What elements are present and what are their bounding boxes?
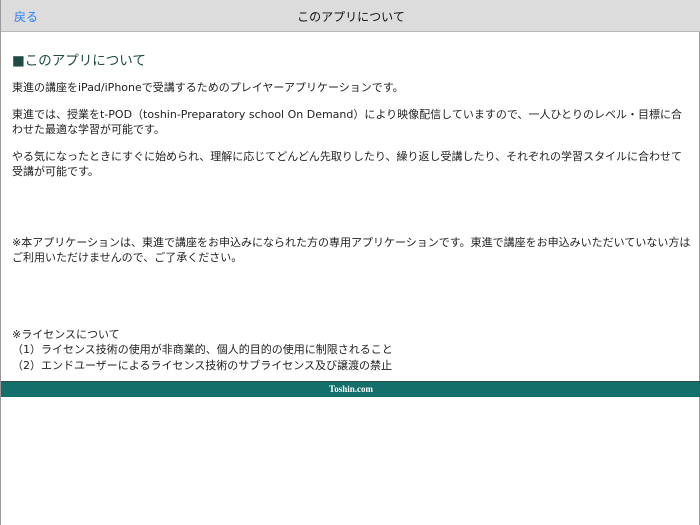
section-heading: ■このアプリについて [12,53,146,69]
page-title: このアプリについて [297,10,405,24]
license-section: ※ライセンスについて （1）ライセンス技術の使用が非商業的、個人的目的の使用に制… [12,327,692,374]
about-content: ■このアプリについて 東進の講座をiPad/iPhoneで受講するためのプレイヤ… [12,52,692,373]
navigation-bar: 戻る このアプリについて [1,0,700,32]
license-item: （2）エンドユーザーによるライセンス技術のサブライセンス及び譲渡の禁止 [12,358,393,372]
paragraph: 東進では、授業をt-POD（toshin-Preparatory school … [12,107,683,137]
license-title: ※ライセンスについて [12,327,120,341]
notice-text: ※本アプリケーションは、東進で講座をお申込みになられた方の専用アプリケーションで… [12,235,691,265]
license-item: （1）ライセンス技術の使用が非商業的、個人的目的の使用に制限されること [12,343,393,356]
footer-bar: Toshin.com [1,381,700,397]
paragraph: 東進の講座をiPad/iPhoneで受講するためのプレイヤーアプリケーションです… [12,81,404,94]
paragraph: やる気になったときにすぐに始められ、理解に応じてどんどん先取りしたり、繰り返し受… [12,149,683,179]
